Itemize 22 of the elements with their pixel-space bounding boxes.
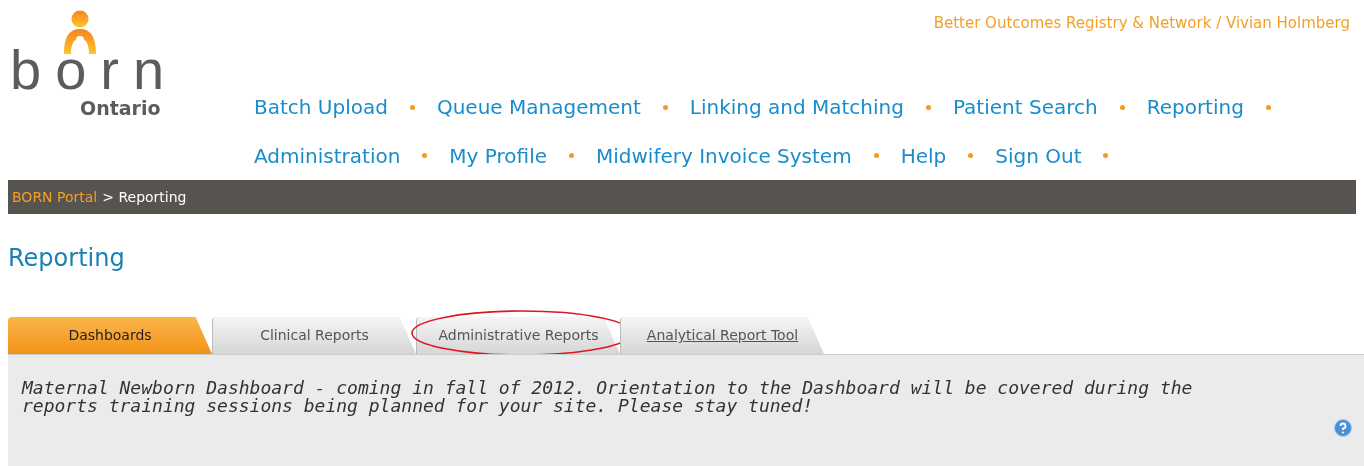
nav-link[interactable]: My Profile xyxy=(449,140,547,171)
nav-link[interactable]: Sign Out xyxy=(995,140,1082,171)
message-text: Maternal Newborn Dashboard - coming in fall of 2012. Orientation to the Dashboard will be covered during the reports training sessions being planned for your site. Please stay tuned! xyxy=(22,379,1194,415)
report-tab[interactable]: Clinical Reports xyxy=(212,317,416,354)
report-tab[interactable]: Dashboards xyxy=(8,317,212,354)
nav-link[interactable]: Linking and Matching xyxy=(689,92,904,123)
breadcrumb-current: > Reporting xyxy=(102,187,187,207)
nav-link[interactable]: Queue Management xyxy=(436,92,641,123)
breadcrumb-link[interactable]: BORN Portal xyxy=(12,186,98,208)
nav-link[interactable]: Administration xyxy=(254,140,401,171)
nav-link[interactable]: Patient Search xyxy=(952,92,1098,123)
nav-link[interactable]: Midwifery Invoice System xyxy=(596,140,852,171)
report-tab[interactable]: Analytical Report Tool xyxy=(620,317,824,354)
page-title: Reporting xyxy=(8,243,126,274)
report-tab[interactable]: Administrative Reports xyxy=(416,317,620,354)
nav-link[interactable]: Batch Upload xyxy=(254,92,388,123)
nav-link[interactable]: Help xyxy=(900,140,947,171)
logo-region: Ontario xyxy=(80,96,162,121)
account-text: Better Outcomes Registry & Network / Vivian Holmberg xyxy=(933,13,1350,34)
nav-link[interactable]: Reporting xyxy=(1146,92,1244,123)
logo-wordmark: born xyxy=(10,50,180,90)
help-icon[interactable] xyxy=(1334,419,1352,437)
